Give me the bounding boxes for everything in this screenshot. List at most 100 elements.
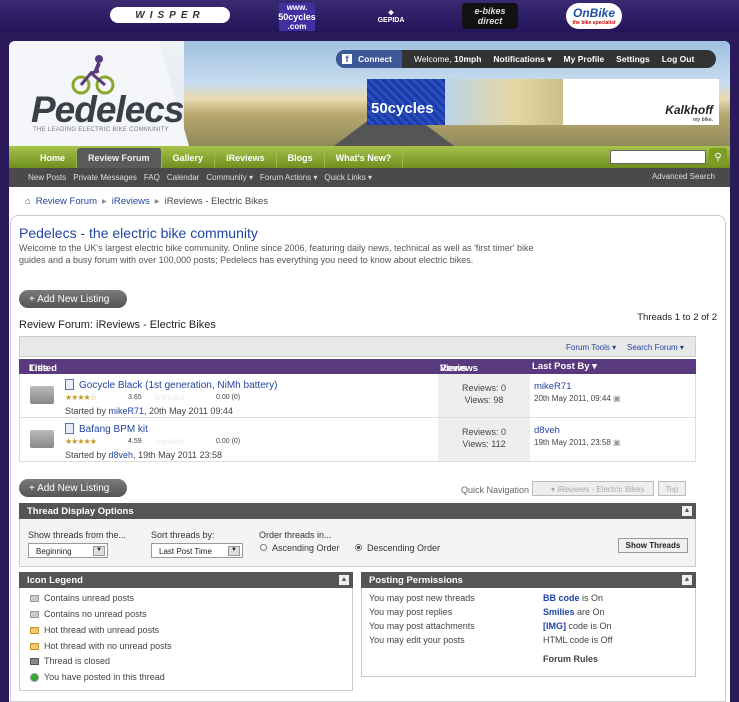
- icon-legend: Contains unread posts Contains no unread…: [19, 588, 353, 691]
- started-by: Started by mikeR71, 20th May 2011 09:44: [65, 406, 233, 416]
- tab-home[interactable]: Home: [29, 148, 78, 168]
- bb-code-status: BB code is On: [543, 593, 603, 603]
- descending-label[interactable]: Descending Order: [367, 543, 440, 553]
- collapse-icon[interactable]: ▲: [339, 575, 349, 585]
- table-row[interactable]: Gocycle Black (1st generation, NiMh batt…: [19, 374, 696, 418]
- add-listing-button[interactable]: + Add New Listing: [19, 290, 127, 308]
- user-rating-icon[interactable]: ☆☆☆☆☆: [154, 437, 186, 446]
- permission-new-threads: You may post new threads: [369, 593, 475, 603]
- tab-review-forum[interactable]: Review Forum: [77, 148, 162, 168]
- facebook-connect-button[interactable]: f Connect: [336, 50, 402, 68]
- img-code-link[interactable]: [IMG]: [543, 621, 566, 631]
- legend-label: Hot thread with no unread posts: [44, 641, 172, 651]
- logout-link[interactable]: Log Out: [662, 54, 695, 64]
- display-options-title: Thread Display Options: [27, 506, 134, 517]
- collapse-icon[interactable]: ▲: [682, 575, 692, 585]
- bb-code-link[interactable]: BB code: [543, 593, 580, 603]
- thread-title-link[interactable]: Gocycle Black (1st generation, NiMh batt…: [79, 380, 277, 391]
- welcome-label: Welcome,: [414, 54, 454, 64]
- kalkhoff-sub: my bike.: [692, 117, 713, 123]
- go-to-post-icon[interactable]: ▣: [613, 394, 621, 403]
- subnav-new-posts[interactable]: New Posts: [28, 173, 66, 182]
- order-label: Order threads in...: [259, 530, 332, 540]
- quick-navigation-select[interactable]: ▾ iReviews - Electric Bikes: [532, 481, 654, 496]
- table-row[interactable]: Bafang BPM kit ★★★★★ 4.59 ☆☆☆☆☆ 0.00 (0)…: [19, 418, 696, 462]
- chevron-down-icon: ▼: [93, 546, 105, 556]
- ascending-radio[interactable]: [260, 544, 267, 551]
- notifications-menu[interactable]: Notifications ▾: [493, 54, 551, 65]
- posted-icon: [30, 672, 39, 682]
- go-to-post-icon[interactable]: ▣: [613, 438, 621, 447]
- kalkhoff-name: Kalkhoff: [665, 103, 713, 117]
- ebikes-line2: direct: [477, 16, 503, 26]
- document-icon: [65, 379, 74, 390]
- notifications-label: Notifications: [493, 53, 545, 64]
- subnav-private-messages[interactable]: Private Messages: [73, 173, 137, 182]
- user-rating-icon[interactable]: ☆☆☆☆☆: [154, 393, 186, 402]
- kalkhoff-logo: Kalkhoff my bike.: [665, 103, 713, 123]
- icon-legend-header[interactable]: Icon Legend ▲: [19, 572, 353, 588]
- subnav-quick-links[interactable]: Quick Links ▾: [324, 173, 372, 182]
- wisper-logo[interactable]: WISPER: [110, 7, 230, 23]
- subnav-calendar[interactable]: Calendar: [167, 173, 199, 182]
- tab-whats-new[interactable]: What's New?: [325, 148, 404, 168]
- starter-link[interactable]: mikeR71: [109, 406, 145, 416]
- top-button[interactable]: Top: [658, 481, 686, 496]
- sort-by-select[interactable]: Last Post Time ▼: [151, 543, 243, 558]
- show-threads-button[interactable]: Show Threads: [618, 538, 688, 553]
- 50cycles-www: www.: [286, 3, 308, 12]
- subnav-community[interactable]: Community ▾: [206, 173, 253, 182]
- smilies-status: Smilies are On: [543, 607, 605, 617]
- advanced-search-link[interactable]: Advanced Search: [652, 172, 715, 181]
- advert-banner[interactable]: 50cycles Kalkhoff my bike.: [367, 79, 719, 125]
- legend-label: You have posted in this thread: [44, 672, 165, 682]
- home-icon[interactable]: ⌂: [25, 196, 31, 207]
- ascending-label[interactable]: Ascending Order: [272, 543, 340, 553]
- starter-link[interactable]: d8veh: [109, 450, 134, 460]
- search-icon[interactable]: ⚲: [709, 148, 727, 166]
- started-by-label: Started by: [65, 406, 109, 416]
- forum-rules-link[interactable]: Forum Rules: [543, 654, 598, 664]
- username-link[interactable]: 10mph: [454, 54, 481, 64]
- add-listing-button-bottom[interactable]: + Add New Listing: [19, 479, 127, 497]
- 50cycles-logo[interactable]: www. 50cycles .com: [278, 3, 316, 31]
- ebikes-direct-logo[interactable]: e-bikes direct: [462, 3, 518, 29]
- forum-tools-menu[interactable]: Forum Tools ▾: [566, 343, 616, 352]
- legend-label: Contains unread posts: [44, 593, 135, 603]
- banner-kalkhoff: Kalkhoff my bike.: [563, 79, 719, 125]
- last-poster-link[interactable]: mikeR71: [534, 381, 572, 392]
- onbike-logo[interactable]: OnBike the bike specialist: [566, 3, 622, 29]
- site-logo[interactable]: Pedelecs: [31, 89, 184, 131]
- search-input[interactable]: [610, 150, 706, 164]
- legend-item: Thread is closed: [30, 656, 110, 666]
- search-forum-menu[interactable]: Search Forum ▾: [627, 343, 684, 352]
- sort-last-post-link[interactable]: Last Post By ▾: [532, 361, 597, 372]
- subnav-faq[interactable]: FAQ: [144, 173, 160, 182]
- legend-item: You have posted in this thread: [30, 672, 165, 682]
- sub-nav: New Posts Private Messages FAQ Calendar …: [9, 168, 730, 187]
- thread-title-link[interactable]: Bafang BPM kit: [79, 424, 148, 435]
- breadcrumb-separator-icon: ▸: [154, 196, 160, 207]
- tab-gallery[interactable]: Gallery: [162, 148, 216, 168]
- show-from-select[interactable]: Beginning ▼: [28, 543, 108, 558]
- thread-display-options-header[interactable]: Thread Display Options ▲: [19, 503, 696, 519]
- thread-display-options: Show threads from the... Beginning ▼ Sort…: [19, 519, 696, 567]
- quick-nav-value: iReviews - Electric Bikes: [557, 485, 645, 494]
- posting-permissions-header[interactable]: Posting Permissions ▲: [361, 572, 696, 588]
- smilies-link[interactable]: Smilies: [543, 607, 575, 617]
- subnav-forum-actions[interactable]: Forum Actions ▾: [260, 173, 317, 182]
- my-profile-link[interactable]: My Profile: [564, 54, 605, 64]
- descending-radio[interactable]: [355, 544, 362, 551]
- last-poster-link[interactable]: d8veh: [534, 425, 560, 436]
- breadcrumb-review-forum[interactable]: Review Forum: [36, 196, 97, 207]
- breadcrumb-ireviews[interactable]: iReviews: [112, 196, 150, 207]
- tab-ireviews[interactable]: iReviews: [215, 148, 277, 168]
- collapse-icon[interactable]: ▲: [682, 506, 692, 516]
- legend-label: Thread is closed: [44, 656, 111, 666]
- tab-blogs[interactable]: Blogs: [277, 148, 325, 168]
- settings-link[interactable]: Settings: [616, 54, 650, 64]
- gepida-logo[interactable]: ❖ GEPIDA: [368, 3, 414, 29]
- main-nav: Home Review Forum Gallery iReviews Blogs…: [9, 146, 730, 168]
- show-from-label: Show threads from the...: [28, 530, 127, 540]
- sort-views-label[interactable]: Views: [440, 363, 467, 374]
